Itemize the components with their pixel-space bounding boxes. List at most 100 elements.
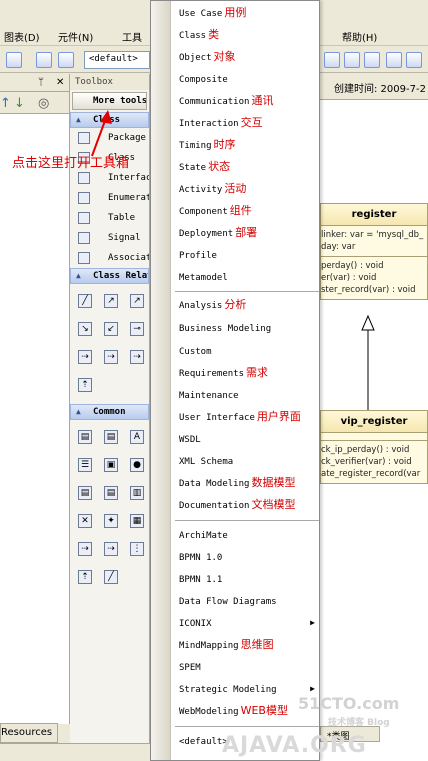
- menu-tools[interactable]: 工具: [122, 29, 142, 44]
- menu-item-wsdl[interactable]: WSDL: [179, 429, 319, 449]
- menu-gutter: [151, 1, 171, 760]
- nest-icon[interactable]: ⊸: [130, 322, 144, 336]
- toolbox-item-association[interactable]: Association: [70, 248, 149, 268]
- class-name: register: [321, 204, 427, 226]
- project-browser-header: ᛘ ✕: [0, 74, 69, 92]
- generalize-icon[interactable]: ╱: [78, 294, 92, 308]
- find-icon[interactable]: [386, 52, 402, 68]
- enumeration-icon: [78, 192, 90, 204]
- menu-item-documentation[interactable]: Documentation 文档模型: [179, 495, 319, 515]
- page-icon[interactable]: ▤: [104, 486, 118, 500]
- new-icon[interactable]: ✦: [104, 514, 118, 528]
- usage-icon[interactable]: ⇡: [78, 378, 92, 392]
- menu-item-timing[interactable]: Timing 时序: [179, 135, 319, 155]
- dash-icon[interactable]: ⋮: [130, 542, 144, 556]
- close-icon[interactable]: ✕: [56, 77, 64, 88]
- watermark-blog: 技术博客 Blog: [328, 718, 390, 728]
- menu-separator: [175, 520, 319, 521]
- menu-item-use-case[interactable]: Use Case 用例: [179, 3, 319, 23]
- compose-icon[interactable]: ↘: [78, 322, 92, 336]
- menu-item-bpmn-10[interactable]: BPMN 1.0: [179, 547, 319, 567]
- menu-item-iconix[interactable]: ICONIX ▶: [179, 613, 319, 633]
- toolbox-item-table[interactable]: Table: [70, 208, 149, 228]
- submenu-arrow-icon: ▶: [310, 618, 315, 627]
- common-icon-grid: ▤ ▤ A ☰ ▣ ● ▤ ▤ ▥ ✕ ✦ ▦ ⇢ ⇢ ⋮ ⇡ ╱: [70, 420, 149, 596]
- menu-item-data-modeling[interactable]: Data Modeling 数据模型: [179, 473, 319, 493]
- toolbox-item-interface[interactable]: Interface: [70, 168, 149, 188]
- aggregate-icon[interactable]: ↗: [130, 294, 144, 308]
- toolbox-item-enumeration[interactable]: Enumeration: [70, 188, 149, 208]
- menu-item-class[interactable]: Class 类: [179, 25, 319, 45]
- menu-item-data-flow-diagrams[interactable]: Data Flow Diagrams: [179, 591, 319, 611]
- save-icon[interactable]: [344, 52, 360, 68]
- link-icon[interactable]: ⇢: [78, 542, 92, 556]
- new-diagram-type-menu: Use Case 用例 Class 类 Object 对象 Composite Com…: [150, 0, 320, 761]
- class-vip-register[interactable]: vip_register ck_ip_perday() : void ck_ve…: [320, 410, 428, 484]
- options-icon[interactable]: ◎: [38, 96, 49, 111]
- menu-item-mindmapping[interactable]: MindMapping 思维图: [179, 635, 319, 655]
- menu-item-state[interactable]: State 状态: [179, 157, 319, 177]
- menu-separator: [175, 291, 319, 292]
- resources-tab[interactable]: Resources: [0, 723, 58, 743]
- arrow-down-icon[interactable]: ↓: [14, 96, 25, 111]
- menu-item-metamodel[interactable]: Metamodel: [179, 267, 319, 287]
- page-icon[interactable]: [36, 52, 52, 68]
- menu-item-xml-schema[interactable]: XML Schema: [179, 451, 319, 471]
- chart-icon[interactable]: ▥: [130, 486, 144, 500]
- grid-icon[interactable]: [364, 52, 380, 68]
- menu-element[interactable]: 元件(N): [58, 29, 93, 44]
- toolbox-item-signal[interactable]: Signal: [70, 228, 149, 248]
- menu-item-user-interface[interactable]: User Interface 用户界面: [179, 407, 319, 427]
- image-icon[interactable]: ▦: [130, 514, 144, 528]
- globe-icon[interactable]: ●: [130, 458, 144, 472]
- menu-item-maintenance[interactable]: Maintenance: [179, 385, 319, 405]
- diagram-header: 创建时间: 2009-7-2: [320, 74, 428, 100]
- project-browser-tools: ↑ ↓ ◎: [0, 92, 69, 114]
- list-icon[interactable]: ☰: [78, 458, 92, 472]
- menu-item-activity[interactable]: Activity 活动: [179, 179, 319, 199]
- style-combo[interactable]: <default>: [84, 51, 150, 69]
- menu-help[interactable]: 帮助(H): [342, 29, 377, 44]
- menu-item-composite[interactable]: Composite: [179, 69, 319, 89]
- arrow-up-icon[interactable]: ↑: [0, 96, 11, 111]
- note-icon[interactable]: ▤: [78, 430, 92, 444]
- menu-item-analysis[interactable]: Analysis 分析: [179, 295, 319, 315]
- menu-item-deployment[interactable]: Deployment 部署: [179, 223, 319, 243]
- class-register[interactable]: register linker: var = 'mysql_db_ day: v…: [320, 203, 428, 300]
- trace-icon[interactable]: ⇢: [104, 350, 118, 364]
- anchor-icon[interactable]: ⇡: [78, 570, 92, 584]
- menu-item-requirements[interactable]: Requirements 需求: [179, 363, 319, 383]
- menu-item-interaction[interactable]: Interaction 交互: [179, 113, 319, 133]
- menu-item-business-modeling[interactable]: Business Modeling: [179, 318, 319, 338]
- realize-icon[interactable]: ↙: [104, 322, 118, 336]
- interface-icon: [78, 172, 90, 184]
- connector-icon[interactable]: ⇢: [104, 542, 118, 556]
- associate-icon[interactable]: ↗: [104, 294, 118, 308]
- menu-item-spem[interactable]: SPEM: [179, 657, 319, 677]
- text-icon[interactable]: ▤: [104, 430, 118, 444]
- menu-item-component[interactable]: Component 组件: [179, 201, 319, 221]
- delete-icon[interactable]: ✕: [78, 514, 92, 528]
- menu-item-archimate[interactable]: ArchiMate: [179, 525, 319, 545]
- annotation-arrow: [91, 110, 112, 157]
- common-section-header[interactable]: Common: [70, 404, 149, 420]
- layout-icon[interactable]: [406, 52, 422, 68]
- menu-item-profile[interactable]: Profile: [179, 245, 319, 265]
- menu-item-custom[interactable]: Custom: [179, 341, 319, 361]
- font-icon[interactable]: A: [130, 430, 144, 444]
- line-icon[interactable]: ╱: [104, 570, 118, 584]
- menu-item-communication[interactable]: Communication 通讯: [179, 91, 319, 111]
- menu-item-object[interactable]: Object 对象: [179, 47, 319, 67]
- created-label: 创建时间: 2009-7-2: [334, 84, 426, 95]
- class-relationships-header[interactable]: Class Relationships: [70, 268, 149, 284]
- menu-item-bpmn-11[interactable]: BPMN 1.1: [179, 569, 319, 589]
- doc-icon[interactable]: ▣: [104, 458, 118, 472]
- pin-icon[interactable]: ᛘ: [38, 77, 44, 88]
- dependency-icon[interactable]: ⇢: [78, 350, 92, 364]
- print-icon[interactable]: [6, 52, 22, 68]
- flow-icon[interactable]: ⇢: [130, 350, 144, 364]
- menu-diagram[interactable]: 图表(D): [4, 29, 40, 44]
- zoom-icon[interactable]: [58, 52, 74, 68]
- file-icon[interactable]: ▤: [78, 486, 92, 500]
- diagram-icon[interactable]: [324, 52, 340, 68]
